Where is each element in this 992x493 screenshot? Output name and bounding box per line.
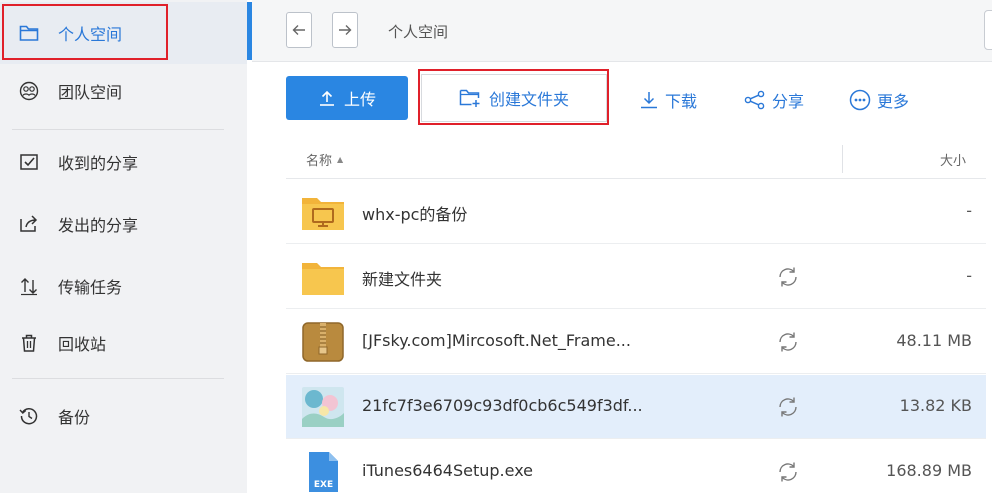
more-button[interactable]: 更多 (849, 88, 909, 112)
backup-folder-icon (302, 198, 344, 230)
column-header-name[interactable]: 名称 ▲ (306, 150, 343, 169)
sidebar-item-label: 收到的分享 (58, 154, 139, 173)
sidebar-item-team-space[interactable]: 团队空间 (0, 60, 247, 122)
file-name: 新建文件夹 (362, 270, 443, 289)
highlight-box-create-folder (418, 69, 609, 125)
sidebar-item-received-shares[interactable]: 收到的分享 (0, 131, 247, 193)
upload-icon (319, 90, 334, 106)
file-name: [JFsky.com]Mircosoft.Net_Frame... (362, 331, 631, 350)
sidebar-item-sent-shares[interactable]: 发出的分享 (0, 193, 247, 255)
upload-label: 上传 (343, 90, 376, 109)
file-name: whx-pc的备份 (362, 205, 468, 224)
column-divider[interactable] (842, 145, 843, 173)
table-row[interactable]: [JFsky.com]Mircosoft.Net_Frame... 48.11 … (286, 310, 986, 374)
highlight-box-personal-space (2, 4, 168, 60)
table-header: 名称 ▲ 大小 (286, 139, 986, 179)
share-label: 分享 (772, 92, 805, 111)
backup-icon (18, 405, 40, 427)
sidebar: 个人空间 团队空间 收到的分享 发出的分享 传输任务 回收站 备份 (0, 0, 247, 493)
breadcrumb[interactable]: 个人空间 (388, 21, 448, 42)
share-button[interactable]: 分享 (744, 88, 804, 112)
arrow-right-icon (339, 25, 352, 35)
folder-icon (302, 263, 344, 295)
sidebar-item-backup[interactable]: 备份 (0, 385, 247, 447)
download-icon (641, 92, 657, 109)
download-button[interactable]: 下载 (639, 88, 697, 112)
sync-icon[interactable] (776, 330, 800, 354)
exe-file-icon: EXE (309, 452, 338, 492)
sync-icon[interactable] (776, 265, 800, 289)
table-row[interactable]: whx-pc的备份 - (286, 180, 986, 244)
transfer-icon (18, 275, 40, 297)
sort-asc-icon: ▲ (337, 155, 344, 164)
column-header-size[interactable]: 大小 (940, 150, 966, 169)
table-row[interactable]: 21fc7f3e6709c93df0cb6c549f3df... 13.82 K… (286, 375, 986, 439)
file-name: 21fc7f3e6709c93df0cb6c549f3df... (362, 396, 643, 415)
sidebar-item-recycle-bin[interactable]: 回收站 (0, 312, 247, 374)
sidebar-divider (12, 129, 224, 130)
file-size: 168.89 MB (886, 461, 972, 480)
share-icon (744, 90, 765, 110)
sync-icon[interactable] (776, 460, 800, 484)
table-row[interactable]: 新建文件夹 - (286, 245, 986, 309)
inbox-icon (18, 151, 40, 173)
exe-badge: EXE (314, 480, 333, 490)
image-thumbnail (302, 387, 344, 427)
sidebar-item-label: 传输任务 (58, 278, 123, 297)
address-bar: 个人空间 (252, 0, 992, 62)
download-label: 下载 (665, 92, 698, 111)
sidebar-divider (12, 378, 224, 379)
arrow-left-icon (292, 25, 305, 35)
file-size: 13.82 KB (899, 396, 972, 415)
sidebar-item-label: 团队空间 (58, 83, 123, 102)
sidebar-item-label: 备份 (58, 408, 91, 427)
back-button[interactable] (286, 12, 312, 48)
search-input[interactable] (984, 10, 992, 50)
sync-icon[interactable] (776, 395, 800, 419)
share-out-icon (18, 213, 40, 235)
sidebar-item-transfer-tasks[interactable]: 传输任务 (0, 255, 247, 317)
more-label: 更多 (877, 92, 910, 111)
team-icon (18, 80, 40, 102)
forward-button[interactable] (332, 12, 358, 48)
file-size: - (966, 266, 972, 285)
table-row[interactable]: EXE iTunes6464Setup.exe 168.89 MB (286, 440, 986, 493)
trash-icon (18, 332, 40, 354)
file-name: iTunes6464Setup.exe (362, 461, 534, 480)
file-size: - (966, 201, 972, 220)
upload-button[interactable]: 上传 (286, 76, 408, 120)
archive-icon (302, 322, 344, 362)
sidebar-item-label: 发出的分享 (58, 216, 139, 235)
sidebar-item-label: 回收站 (58, 335, 107, 354)
more-icon (849, 89, 871, 111)
file-size: 48.11 MB (896, 331, 972, 350)
